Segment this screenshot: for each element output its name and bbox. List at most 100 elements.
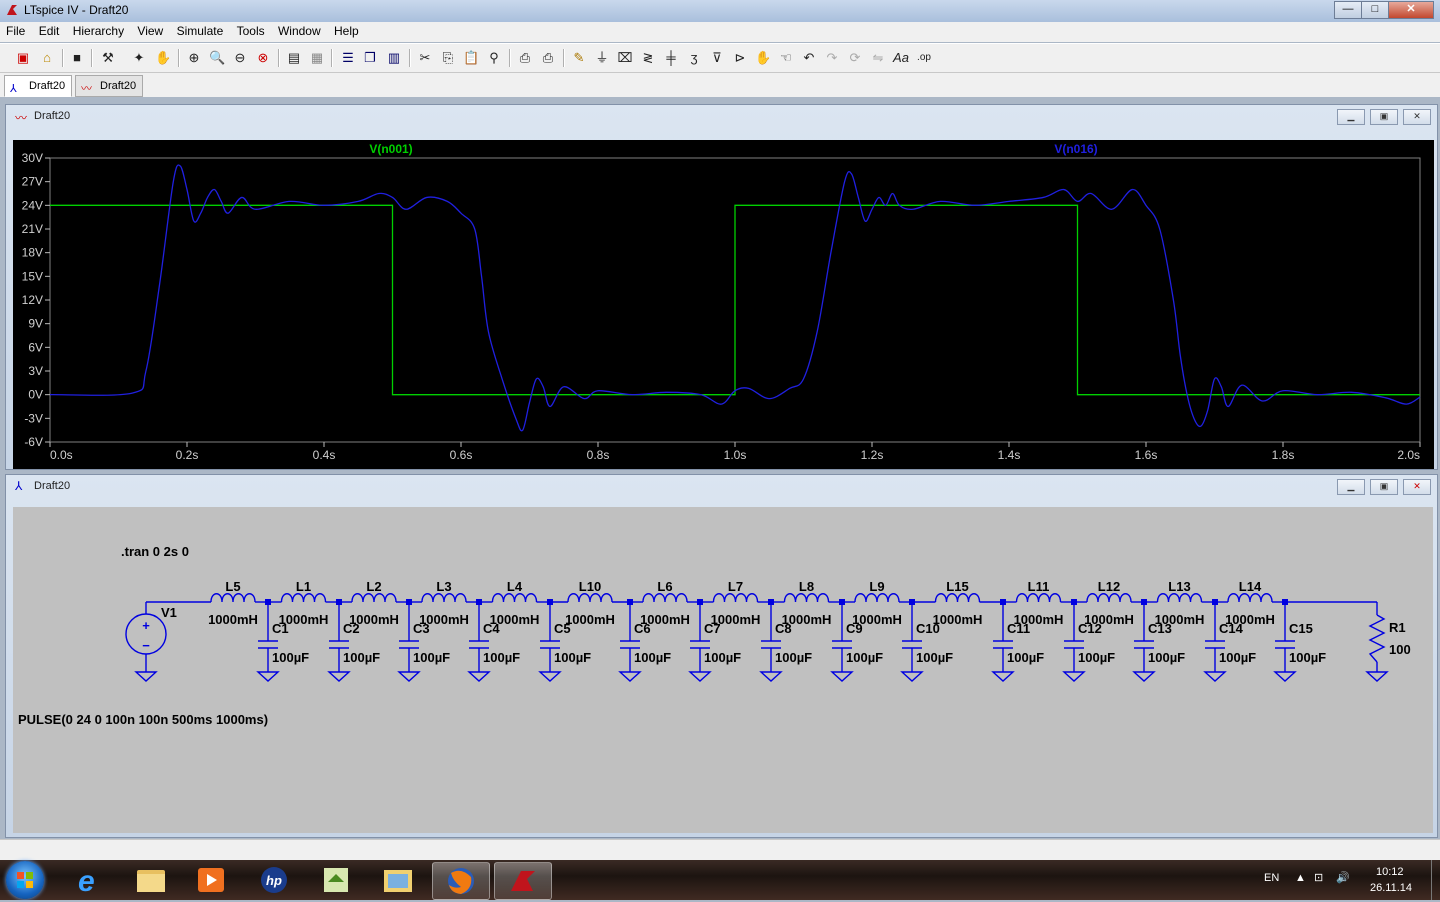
- child-maximize-button[interactable]: ▣: [1370, 479, 1398, 495]
- inductor-name: L3: [436, 579, 451, 594]
- redo-icon[interactable]: ↷: [824, 50, 840, 66]
- language-indicator[interactable]: EN: [1264, 872, 1279, 884]
- folder-window-icon[interactable]: [370, 862, 426, 898]
- resistor-icon[interactable]: ≷: [640, 50, 656, 66]
- close-button[interactable]: ✕: [1388, 1, 1434, 19]
- menu-help[interactable]: Help: [330, 22, 363, 38]
- cascade-icon[interactable]: ❐: [362, 50, 378, 66]
- mirror-icon[interactable]: ⇋: [870, 50, 886, 66]
- capacitor-value: 100µF: [483, 650, 520, 665]
- autorange-icon[interactable]: ▤: [286, 50, 302, 66]
- zoom-out-icon[interactable]: ⊖: [232, 50, 248, 66]
- cut-icon[interactable]: ✂: [417, 50, 433, 66]
- zoom-fit-icon[interactable]: ⊗: [255, 50, 271, 66]
- rotate-icon[interactable]: ⟳: [847, 50, 863, 66]
- menu-simulate[interactable]: Simulate: [173, 22, 228, 38]
- waveform-window[interactable]: 〰 Draft20 ▁ ▣ ✕ 30V 27V 24V 21V 18V 15V 12V 9V 6…: [5, 104, 1438, 470]
- clock-time[interactable]: 10:12: [1376, 866, 1404, 878]
- schematic-drawing[interactable]: .tran 0 2s 0 + − V1 PULSE(0 24 0 100n 100n 5…: [13, 507, 1433, 833]
- menu-edit[interactable]: Edit: [35, 22, 64, 38]
- child-minimize-button[interactable]: ▁: [1337, 479, 1365, 495]
- capacitor-icon[interactable]: ╪: [663, 50, 679, 66]
- grid-icon[interactable]: ▦: [309, 50, 325, 66]
- child-close-button[interactable]: ✕: [1403, 109, 1431, 125]
- ltspice-icon[interactable]: [494, 862, 552, 900]
- inductor-icon[interactable]: ʒ: [686, 50, 702, 66]
- inductor-name: L15: [946, 579, 968, 594]
- copy-icon[interactable]: ⎘: [440, 50, 456, 66]
- new-schematic-icon[interactable]: ▣: [15, 50, 31, 66]
- tile-horizontal-icon[interactable]: ☰: [340, 50, 356, 66]
- spice-directive: .tran 0 2s 0: [121, 544, 189, 559]
- inductor-symbol: [783, 593, 830, 603]
- waveform-chart[interactable]: 30V 27V 24V 21V 18V 15V 12V 9V 6V 3V 0V -3V -6V 0.0s 0…: [13, 140, 1434, 469]
- hp-icon[interactable]: hp: [246, 862, 302, 898]
- move-icon[interactable]: ✋: [755, 50, 771, 66]
- component-icon[interactable]: ⊳: [732, 50, 748, 66]
- plot-pane[interactable]: 30V 27V 24V 21V 18V 15V 12V 9V 6V 3V 0V -3V -6V 0.0s 0…: [13, 140, 1434, 469]
- tile-vertical-icon[interactable]: ▥: [386, 50, 402, 66]
- y-tick-label: 30V: [22, 151, 43, 165]
- media-player-icon[interactable]: [184, 862, 240, 898]
- capacitor-value: 100µF: [1007, 650, 1044, 665]
- resistor-value: 100: [1389, 642, 1411, 657]
- tab-waveform[interactable]: 〰 Draft20: [75, 75, 144, 97]
- menu-hierarchy[interactable]: Hierarchy: [69, 22, 128, 38]
- menu-tools[interactable]: Tools: [233, 22, 269, 38]
- print-icon[interactable]: ⎙: [540, 50, 556, 66]
- schematic-window-title: Draft20: [34, 480, 71, 492]
- maximize-button[interactable]: □: [1361, 1, 1389, 19]
- show-desktop-button[interactable]: [1431, 860, 1440, 900]
- undo-icon[interactable]: ↶: [801, 50, 817, 66]
- schematic-canvas[interactable]: .tran 0 2s 0 + − V1 PULSE(0 24 0 100n 100n 5…: [13, 507, 1433, 833]
- file-manager-icon[interactable]: [308, 862, 364, 898]
- inductor-name: L5: [225, 579, 240, 594]
- file-explorer-icon[interactable]: [123, 862, 179, 898]
- open-icon[interactable]: ⌂: [39, 50, 55, 66]
- spice-directive-icon[interactable]: .op: [916, 50, 932, 66]
- save-icon[interactable]: ■: [69, 50, 85, 66]
- zoom-area-icon[interactable]: 🔍: [209, 50, 225, 66]
- paste-icon[interactable]: 📋: [463, 50, 479, 66]
- inductor-value: 1000mH: [782, 612, 832, 627]
- find-icon[interactable]: ⚲: [486, 50, 502, 66]
- zoom-in-icon[interactable]: ⊕: [186, 50, 202, 66]
- ground-symbol: [688, 671, 712, 682]
- ground-symbol: [467, 671, 491, 682]
- label-net-icon[interactable]: ⌧: [617, 50, 633, 66]
- wire-icon[interactable]: ✎: [571, 50, 587, 66]
- run-icon[interactable]: ✦: [131, 50, 147, 66]
- window-titlebar[interactable]: LTspice IV - Draft20 — □ ✕: [0, 0, 1440, 22]
- menu-view[interactable]: View: [133, 22, 167, 38]
- text-icon[interactable]: Aa: [893, 50, 909, 66]
- drag-icon[interactable]: ☜: [778, 50, 794, 66]
- inductor-value: 1000mH: [711, 612, 761, 627]
- diode-icon[interactable]: ⊽: [709, 50, 725, 66]
- menu-file[interactable]: File: [2, 22, 29, 38]
- capacitor-value: 100µF: [704, 650, 741, 665]
- tab-schematic[interactable]: ⅄ Draft20: [4, 75, 73, 97]
- volume-icon[interactable]: 🔊: [1336, 871, 1350, 884]
- firefox-icon[interactable]: [432, 862, 490, 900]
- capacitor-value: 100µF: [1289, 650, 1326, 665]
- network-icon[interactable]: ⊡: [1314, 871, 1323, 884]
- halt-icon[interactable]: ✋: [155, 50, 171, 66]
- ground-symbol: [900, 671, 924, 682]
- start-button[interactable]: [6, 861, 44, 899]
- resistor-name: R1: [1389, 620, 1406, 635]
- menu-window[interactable]: Window: [274, 22, 325, 38]
- minimize-button[interactable]: —: [1334, 1, 1362, 19]
- internet-explorer-icon[interactable]: e: [62, 862, 118, 898]
- inductor-name: L8: [799, 579, 814, 594]
- ground-icon[interactable]: ⏚: [594, 50, 610, 66]
- control-panel-icon[interactable]: ⚒: [100, 50, 116, 66]
- clock-date[interactable]: 26.11.14: [1370, 882, 1412, 894]
- child-minimize-button[interactable]: ▁: [1337, 109, 1365, 125]
- inductor-value: 1000mH: [1155, 612, 1205, 627]
- ground-symbol: [830, 671, 854, 682]
- schematic-window[interactable]: ⅄ Draft20 ▁ ▣ ✕ .tran 0 2s 0 + − V1 PULSE(0 …: [5, 474, 1438, 838]
- child-maximize-button[interactable]: ▣: [1370, 109, 1398, 125]
- child-close-button[interactable]: ✕: [1403, 479, 1431, 495]
- print-preview-icon[interactable]: ⎙: [517, 50, 533, 66]
- show-hidden-icons-icon[interactable]: ▲: [1295, 872, 1306, 884]
